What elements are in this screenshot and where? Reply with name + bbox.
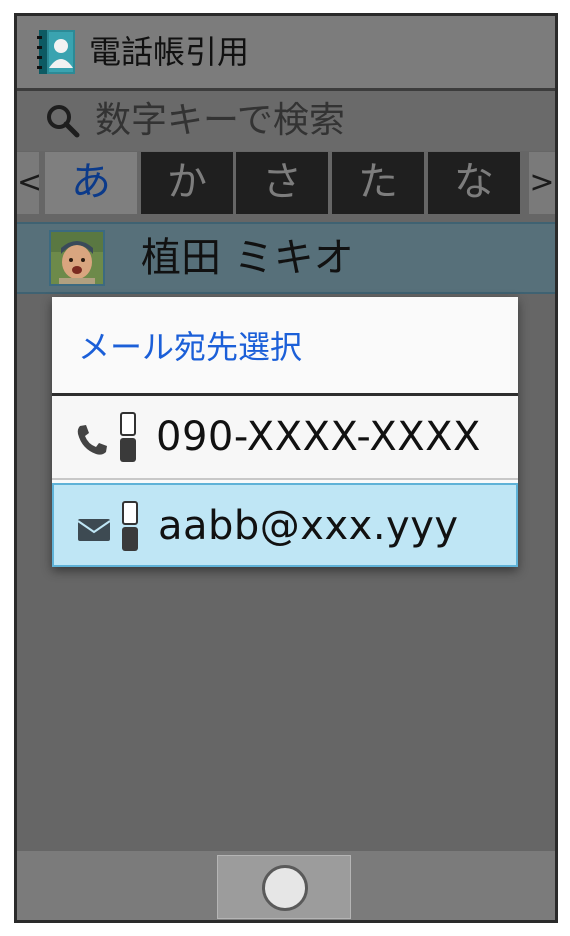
contacts-book-icon	[37, 30, 75, 74]
kana-index-tabs: < あ か さ た な >	[17, 152, 555, 216]
page-title: 電話帳引用	[89, 33, 250, 71]
tab-ta[interactable]: た	[332, 152, 424, 214]
email-address-option[interactable]: aabb@xxx.yyy	[52, 483, 518, 567]
tab-next-arrow[interactable]: >	[529, 152, 555, 214]
dialog-title: メール宛先選択	[78, 328, 303, 366]
bottom-bar	[17, 851, 555, 920]
contact-name: 植田 ミキオ	[141, 235, 354, 281]
mobile-phone-icon	[120, 412, 136, 462]
search-field[interactable]: 数字キーで検索	[17, 91, 555, 151]
phone-number-option[interactable]: 090-XXXX-XXXX	[52, 396, 518, 480]
phone-screen: 電話帳引用 数字キーで検索 < あ か さ た な > 植田 ミキオ メール宛先…	[14, 13, 558, 923]
mobile-phone-icon	[122, 501, 138, 551]
tab-ka[interactable]: か	[141, 152, 233, 214]
phone-number-text: 090-XXXX-XXXX	[156, 414, 481, 460]
tab-a[interactable]: あ	[45, 152, 137, 214]
circle-icon	[262, 865, 308, 911]
email-address-text: aabb@xxx.yyy	[158, 503, 459, 549]
tab-prev-arrow[interactable]: <	[17, 152, 42, 214]
title-bar: 電話帳引用	[17, 16, 555, 91]
phone-icon	[77, 425, 107, 455]
mail-icon	[77, 519, 111, 541]
mail-destination-dialog: メール宛先選択 090-XXXX-XXXX aabb@xxx.yyy	[52, 297, 518, 567]
center-key-button[interactable]	[217, 855, 351, 919]
tab-na[interactable]: な	[428, 152, 520, 214]
search-placeholder: 数字キーで検索	[95, 100, 345, 141]
avatar	[49, 230, 105, 286]
child-photo-image	[51, 232, 103, 284]
search-icon	[47, 105, 80, 138]
contact-list-item[interactable]: 植田 ミキオ	[17, 222, 555, 294]
tab-sa[interactable]: さ	[236, 152, 328, 214]
